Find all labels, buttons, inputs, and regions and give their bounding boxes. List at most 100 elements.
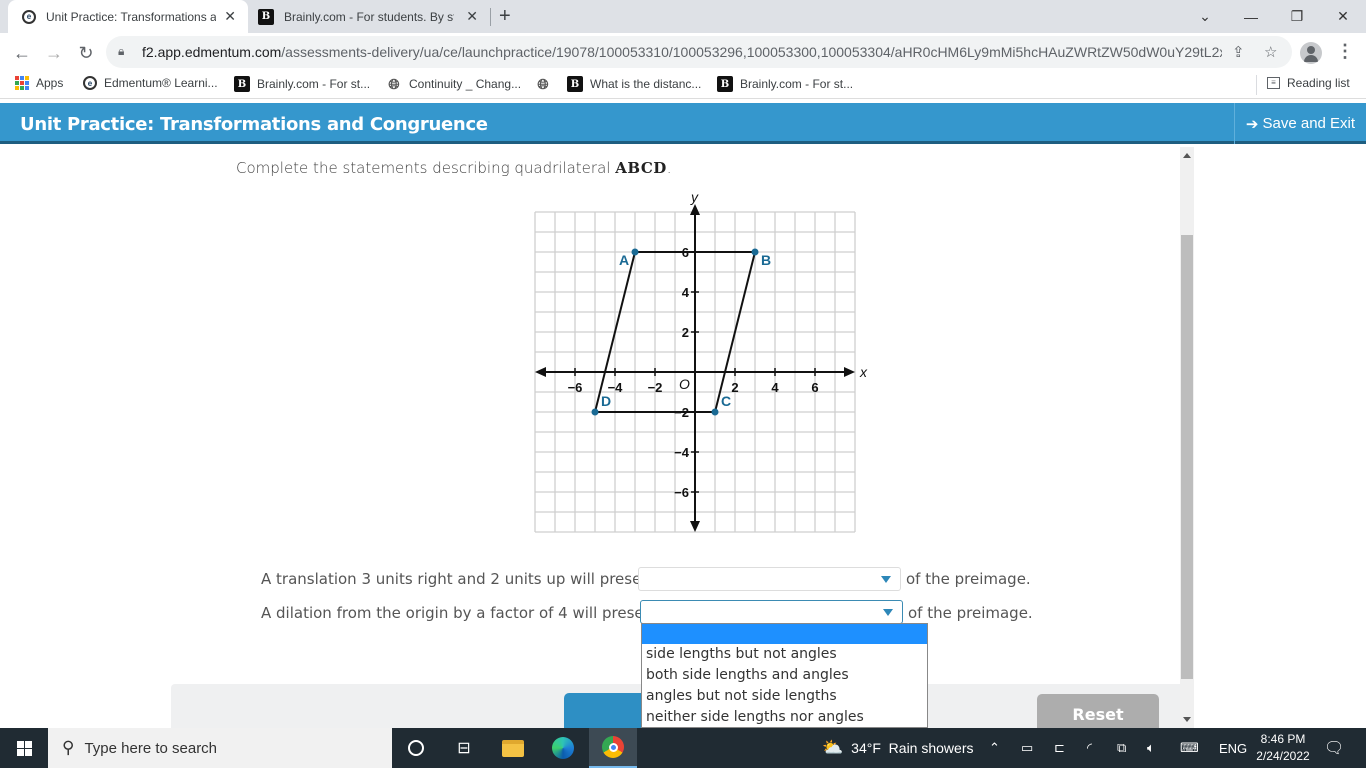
bookmark-edmentum[interactable]: e Edmentum® Learni... <box>83 76 218 90</box>
task-view-button[interactable]: ⊟ <box>440 728 488 768</box>
restore-button[interactable]: ❐ <box>1274 0 1320 33</box>
profile-avatar[interactable] <box>1300 42 1322 64</box>
question-panel: Complete the statements describing quadr… <box>0 147 1180 728</box>
scroll-up-icon[interactable] <box>1183 153 1191 158</box>
volume-icon[interactable]: 🔈︎ <box>1147 728 1155 768</box>
back-button[interactable]: ← <box>8 39 36 67</box>
statement-1-after: of the preimage. <box>906 570 1031 588</box>
clock-time: 8:46 PM <box>1260 732 1306 746</box>
cortana-button[interactable] <box>392 728 440 768</box>
vertex-label-D: D <box>601 393 611 409</box>
x-tick-label: 2 <box>731 380 738 395</box>
vertex-label-A: A <box>619 252 629 268</box>
coordinate-graph: xyO−6−4−2246−6−4−2246ABCD <box>534 192 868 533</box>
globe-icon: 🌐︎ <box>537 75 549 92</box>
reading-list-button[interactable]: ≡ Reading list <box>1267 76 1350 90</box>
tab-divider <box>490 8 491 26</box>
content-scrollbar[interactable] <box>1180 147 1194 728</box>
scroll-down-icon[interactable] <box>1183 717 1191 722</box>
x-axis-label: x <box>859 364 868 380</box>
taskbar-search[interactable]: ⚲ Type here to search <box>48 728 392 768</box>
tab-title: Brainly.com - For students. By stu <box>284 9 454 24</box>
file-explorer-button[interactable] <box>489 728 537 768</box>
tab-search-icon[interactable]: ⌄ <box>1182 0 1228 33</box>
bookmark-label: Brainly.com - For st... <box>257 77 371 91</box>
statement-1-dropdown[interactable] <box>638 567 901 591</box>
forward-button[interactable]: → <box>40 39 68 67</box>
bookmark-distance[interactable]: B What is the distanc... <box>567 76 701 92</box>
vertex-point-A <box>631 248 639 256</box>
reset-button[interactable]: Reset <box>1037 694 1159 728</box>
url-path: /assessments-delivery/ua/ce/launchpracti… <box>281 44 1222 60</box>
bookmark-label: Apps <box>36 76 64 90</box>
url-host: f2.app.edmentum.com <box>142 44 282 60</box>
screen-record-icon[interactable]: ⧉ <box>1117 728 1126 768</box>
new-tab-button[interactable]: + <box>499 5 511 28</box>
y-tick-label: −4 <box>674 445 690 460</box>
bookmark-continuity[interactable]: 🌐︎ Continuity _ Chang... <box>386 76 521 92</box>
bookmark-brainly-1[interactable]: B Brainly.com - For st... <box>234 76 370 92</box>
bookmarks-divider <box>1256 75 1257 95</box>
folder-icon <box>502 739 524 757</box>
browser-menu-icon[interactable]: ⋮ <box>1336 41 1354 62</box>
address-bar[interactable]: 🔒︎ f2.app.edmentum.com/assessments-deliv… <box>106 36 1292 68</box>
bookmark-apps[interactable]: Apps <box>15 76 63 90</box>
show-hidden-icons[interactable]: ⌃ <box>989 728 1000 768</box>
wifi-icon[interactable]: ◜ <box>1087 728 1092 768</box>
chrome-icon <box>602 736 624 758</box>
app-header: Unit Practice: Transformations and Congr… <box>0 103 1366 144</box>
tab-brainly[interactable]: B Brainly.com - For students. By stu ✕ <box>250 0 490 33</box>
y-axis-arrow-down <box>690 521 700 532</box>
x-tick-label: 6 <box>811 380 818 395</box>
bookmark-star-icon[interactable]: ☆ <box>1264 43 1277 61</box>
edge-icon <box>552 737 574 759</box>
bookmark-brainly-2[interactable]: B Brainly.com - For st... <box>717 76 853 92</box>
chrome-button[interactable] <box>589 728 637 768</box>
y-axis-label: y <box>690 192 699 205</box>
save-and-exit-button[interactable]: ➔ Save and Exit <box>1234 103 1366 144</box>
notifications-icon[interactable]: 🗨︎ <box>1324 728 1344 768</box>
url-text[interactable]: f2.app.edmentum.com/assessments-delivery… <box>142 44 1222 60</box>
close-tab-icon[interactable]: ✕ <box>224 8 236 25</box>
dropdown-option-blank[interactable] <box>642 624 927 644</box>
dropdown-option[interactable]: angles but not side lengths <box>642 686 927 707</box>
vertex-point-C <box>711 408 719 416</box>
scrollbar-thumb[interactable] <box>1181 235 1193 679</box>
share-icon[interactable]: ⇪ <box>1232 43 1245 61</box>
language-indicator[interactable]: ENG <box>1219 728 1247 768</box>
reload-button[interactable]: ↻ <box>72 39 100 67</box>
bookmark-globe[interactable]: 🌐︎ <box>535 76 551 92</box>
search-placeholder: Type here to search <box>84 739 218 757</box>
x-tick-label: −6 <box>568 380 583 395</box>
bookmark-label: What is the distanc... <box>590 77 702 91</box>
minimize-button[interactable]: — <box>1228 0 1274 33</box>
dropdown-option[interactable]: side lengths but not angles <box>642 644 927 665</box>
system-clock[interactable]: 8:46 PM 2/24/2022 <box>1252 731 1314 765</box>
vertex-label-C: C <box>721 393 731 409</box>
weather-widget[interactable]: ⛅ 34°F Rain showers <box>822 728 974 768</box>
y-axis-arrow-up <box>690 204 700 215</box>
meet-now-icon[interactable]: ▭ <box>1021 728 1033 768</box>
bookmarks-bar: Apps e Edmentum® Learni... B Brainly.com… <box>0 71 1366 99</box>
edge-button[interactable] <box>539 728 587 768</box>
lock-icon: 🔒︎ <box>118 44 125 58</box>
statement-2-before: A dilation from the origin by a factor o… <box>261 604 668 622</box>
windows-logo-icon <box>16 740 32 756</box>
brainly-icon: B <box>258 8 274 25</box>
x-tick-label: 4 <box>771 380 779 395</box>
close-window-button[interactable]: ✕ <box>1320 0 1366 33</box>
brainly-icon: B <box>717 76 733 92</box>
page-title: Unit Practice: Transformations and Congr… <box>20 114 488 135</box>
browser-toolbar: ← → ↻ 🔒︎ f2.app.edmentum.com/assessments… <box>0 33 1366 71</box>
start-button[interactable] <box>0 728 48 768</box>
dropdown-option[interactable]: neither side lengths nor angles <box>642 707 927 728</box>
edmentum-icon: e <box>83 76 97 90</box>
statement-2-dropdown[interactable] <box>640 600 903 624</box>
clock-date: 2/24/2022 <box>1256 749 1310 763</box>
dropdown-option[interactable]: both side lengths and angles <box>642 665 927 686</box>
touch-keyboard-icon[interactable]: ⌨ <box>1180 728 1199 768</box>
globe-icon: 🌐︎ <box>388 75 400 92</box>
tab-unit-practice[interactable]: e Unit Practice: Transformations an ✕ <box>8 0 248 33</box>
battery-icon[interactable]: ⊏ <box>1054 728 1065 768</box>
close-tab-icon[interactable]: ✕ <box>466 8 478 25</box>
